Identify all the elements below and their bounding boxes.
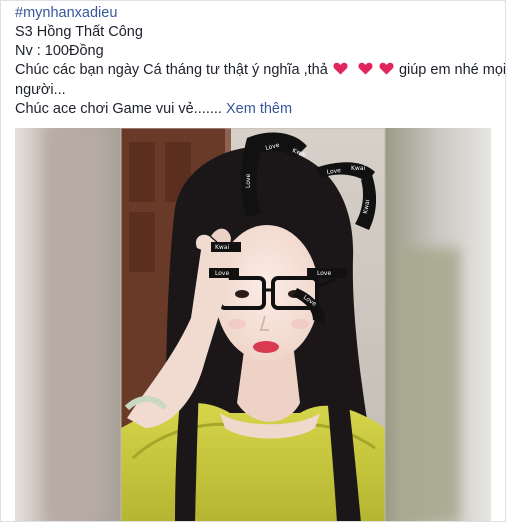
sticker-kwai-4: Kwai	[215, 244, 230, 251]
wish-line: Chúc các bạn ngày Cá tháng tư thật ý ngh…	[15, 61, 505, 81]
heart-icon	[333, 62, 348, 81]
see-more-link[interactable]: Xem thêm	[226, 101, 292, 117]
sticker-kwai-2: Kwai	[351, 165, 366, 172]
closing-line: Chúc ace chơi Game vui vẻ....... Xem thê…	[15, 100, 497, 119]
wish-text-before: Chúc các bạn ngày Cá tháng tư thật ý ngh…	[15, 62, 328, 78]
heart-icon	[358, 62, 373, 81]
selfie-photo: Love Kwai Love Love Kwai Kwai Kwai Love …	[15, 128, 491, 521]
closing-text: Chúc ace chơi Game vui vẻ.......	[15, 101, 222, 117]
server-line: S3 Hồng Thất Công	[15, 24, 143, 40]
wish-text-after: giúp em nhé mọi	[398, 62, 506, 78]
hashtag-link[interactable]: #mynhanxadieu	[15, 4, 497, 23]
wish-continued-line: người...	[15, 82, 66, 98]
heart-icon	[379, 62, 394, 81]
sticker-love-2: Love	[245, 174, 252, 188]
character-line: Nv : 100Đồng	[15, 43, 104, 59]
post-photo[interactable]: Love Kwai Love Love Kwai Kwai Kwai Love …	[15, 128, 491, 521]
post-card: #mynhanxadieu S3 Hồng Thất Công Nv : 100…	[0, 0, 506, 522]
sticker-love-4: Love	[215, 270, 229, 277]
post-text: #mynhanxadieu S3 Hồng Thất Công Nv : 100…	[15, 4, 505, 119]
sticker-love-5: Love	[317, 270, 331, 277]
